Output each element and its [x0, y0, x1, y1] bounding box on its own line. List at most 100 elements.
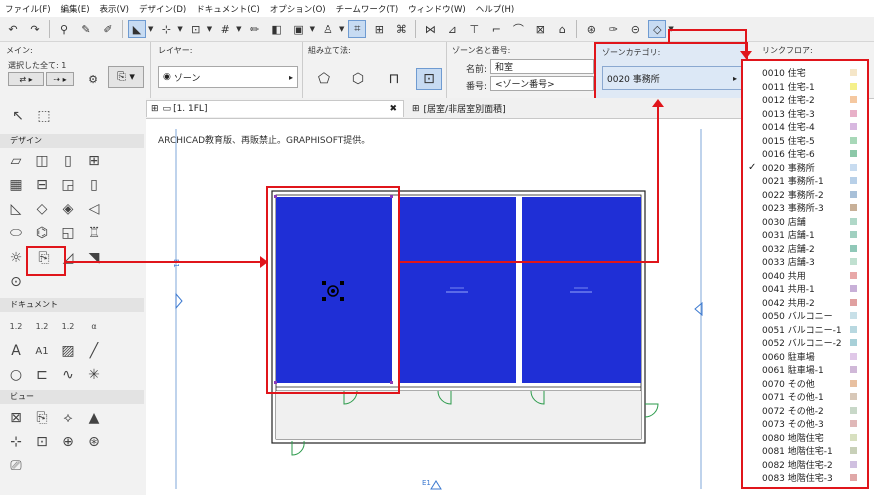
zone-category-item[interactable]: 0070 その他 — [743, 377, 867, 391]
zone-category-item[interactable]: 0042 共用-2 — [743, 296, 867, 310]
roof-tool-icon[interactable]: ◇ — [32, 199, 52, 219]
adjust-icon[interactable]: ⊿ — [443, 20, 461, 38]
zone-category-item[interactable]: 0015 住宅-5 — [743, 134, 867, 148]
menu-document[interactable]: ドキュメント(C) — [191, 3, 265, 15]
document-section-header[interactable]: ドキュメント — [0, 298, 144, 312]
select-prev-button[interactable]: ⇄ ▸ — [8, 72, 44, 86]
explode-icon[interactable]: ⊠ — [531, 20, 549, 38]
zone-name-input[interactable]: 和室 — [490, 59, 594, 74]
beam-tool-icon[interactable]: ⊟ — [32, 175, 52, 195]
curtain-tool-icon[interactable]: ◥ — [84, 248, 104, 268]
zone-category-item[interactable]: 0011 住宅-1 — [743, 80, 867, 94]
pen-icon[interactable]: ✏ — [246, 20, 264, 38]
person-icon[interactable]: ♙ — [319, 20, 337, 38]
fillet-icon[interactable]: ⌒ — [509, 20, 527, 38]
section-tool-icon[interactable]: ⊠ — [6, 408, 26, 428]
zone-reference-icon[interactable]: ⊓ — [382, 68, 406, 90]
zone-category-item[interactable]: 0012 住宅-2 — [743, 93, 867, 107]
eyedropper-icon[interactable]: ✎ — [77, 20, 95, 38]
zone-category-item[interactable]: 0052 バルコニー-2 — [743, 336, 867, 350]
redo-icon[interactable]: ↷ — [26, 20, 44, 38]
zone-category-item[interactable]: 0023 事務所-3 — [743, 201, 867, 215]
chevron-down-icon[interactable]: ▼ — [207, 25, 212, 33]
floor-plan-canvas[interactable]: ARCHICAD教育版、再販禁止。GRAPHISOFT提供。 E1 E1 — [146, 119, 744, 495]
zoom-icon[interactable]: ⚲ — [55, 20, 73, 38]
menu-window[interactable]: ウィンドウ(W) — [403, 3, 471, 15]
text-tool-icon[interactable]: A — [6, 341, 26, 361]
elevation-tool-icon[interactable]: 1.2 — [58, 316, 78, 336]
hotspot2-tool-icon[interactable]: ✳ — [84, 365, 104, 385]
menu-options[interactable]: オプション(O) — [265, 3, 331, 15]
zone-category-select[interactable]: 0020 事務所 ▸ — [602, 66, 742, 90]
spline-tool-icon[interactable]: ∿ — [58, 365, 78, 385]
zone-category-item[interactable]: 0080 地階住宅 — [743, 431, 867, 445]
zone-category-item[interactable]: 0060 駐車場 — [743, 350, 867, 364]
window-tool-icon[interactable]: ⊞ — [84, 151, 104, 171]
worksheet-tool-icon[interactable]: ▲ — [84, 408, 104, 428]
marquee-tool-icon[interactable]: ⬚ — [34, 106, 54, 126]
menu-view[interactable]: 表示(V) — [95, 3, 134, 15]
group-icon[interactable]: ⊛ — [582, 20, 600, 38]
chevron-down-icon[interactable]: ▼ — [236, 25, 241, 33]
tab-floor-plan[interactable]: ⊞ ▭ [1. 1FL] ✖ — [146, 100, 404, 117]
zone-category-item[interactable]: 0072 その他-2 — [743, 404, 867, 418]
zone-category-item[interactable]: 0073 その他-3 — [743, 417, 867, 431]
zone-inner-edge-icon[interactable]: ⬡ — [346, 68, 370, 90]
polyline-tool-icon[interactable]: ⊏ — [32, 365, 52, 385]
detail-tool-icon[interactable]: ⊹ — [6, 432, 26, 452]
zone-category-item[interactable]: 0010 住宅 — [743, 66, 867, 80]
eraser-icon[interactable]: ◇ — [648, 20, 667, 38]
arrow-tool-icon[interactable]: ↖ — [8, 106, 28, 126]
camera-tool-icon[interactable]: ⎚ — [6, 456, 26, 476]
change-tool-icon[interactable]: ⊕ — [58, 432, 78, 452]
zone-category-item[interactable]: 0083 地階住宅-3 — [743, 471, 867, 485]
snap-point-icon[interactable]: ⊡ — [187, 20, 205, 38]
zone-category-item[interactable]: ✓ 0020 事務所 — [743, 161, 867, 175]
menu-design[interactable]: デザイン(D) — [134, 3, 191, 15]
fill-tool-icon[interactable]: ▨ — [58, 341, 78, 361]
zone-category-item[interactable]: 0040 共用 — [743, 269, 867, 283]
lamp-object-tool-icon[interactable]: ☼ — [6, 248, 26, 268]
zone-rectangle-icon[interactable]: ⊡ — [416, 68, 442, 90]
tab-area-schedule[interactable]: ⊞ [居室/非居室別面積] — [408, 100, 608, 117]
curtainwall-tool-icon[interactable]: ▦ — [6, 175, 26, 195]
wall-tool-icon[interactable]: ▱ — [6, 151, 26, 171]
dimension-tool-icon[interactable]: 1.2 — [6, 316, 26, 336]
zone-category-item[interactable]: 0013 住宅-3 — [743, 107, 867, 121]
zone-category-item[interactable]: 0061 駐車場-1 — [743, 363, 867, 377]
elevation-view-tool-icon[interactable]: ⎘ — [32, 408, 52, 428]
chevron-down-icon[interactable]: ▼ — [148, 25, 153, 33]
object-tool-icon[interactable]: ◲ — [58, 175, 78, 195]
cursor-snap-icon[interactable]: ◣ — [128, 20, 146, 38]
chevron-down-icon[interactable]: ▼ — [339, 25, 344, 33]
layer-select[interactable]: ◉ ゾーン ▸ — [158, 66, 298, 88]
undo-icon[interactable]: ↶ — [4, 20, 22, 38]
zone-category-item[interactable]: 0030 店舗 — [743, 215, 867, 229]
slab-tool-icon[interactable]: ◺ — [6, 199, 26, 219]
trace-icon[interactable]: ◧ — [268, 20, 286, 38]
mesh-tool-icon[interactable]: ⌬ — [32, 223, 52, 243]
menu-help[interactable]: ヘルプ(H) — [471, 3, 520, 15]
design-section-header[interactable]: デザイン — [0, 134, 144, 148]
menu-teamwork[interactable]: チームワーク(T) — [331, 3, 404, 15]
zone-manual-icon[interactable]: ⬠ — [312, 68, 336, 90]
zone-category-item[interactable]: 0081 地階住宅-1 — [743, 444, 867, 458]
cross-icon[interactable]: ⌘ — [392, 20, 410, 38]
zone-category-item[interactable]: 0050 バルコニー — [743, 309, 867, 323]
syringe-icon[interactable]: ✐ — [99, 20, 117, 38]
interior-elevation-tool-icon[interactable]: ⟡ — [58, 408, 78, 428]
guide-line-icon[interactable]: ⊹ — [157, 20, 175, 38]
brush-icon[interactable]: ✑ — [604, 20, 622, 38]
angle-dimension-tool-icon[interactable]: α — [84, 316, 104, 336]
zone-category-item[interactable]: 0051 バルコニー-1 — [743, 323, 867, 337]
corner-icon[interactable]: ⌐ — [487, 20, 505, 38]
menu-edit[interactable]: 編集(E) — [56, 3, 95, 15]
door-tool-icon[interactable]: ▯ — [58, 151, 78, 171]
chevron-down-icon[interactable]: ▼ — [177, 25, 182, 33]
level-dimension-tool-icon[interactable]: 1.2 — [32, 316, 52, 336]
view-section-header[interactable]: ビュー — [0, 390, 144, 404]
zone-category-item[interactable]: 0031 店舗-1 — [743, 228, 867, 242]
figure-tool-icon[interactable]: ⊡ — [32, 432, 52, 452]
chevron-down-icon[interactable]: ▼ — [310, 25, 315, 33]
circle-tool-icon[interactable]: ○ — [6, 365, 26, 385]
